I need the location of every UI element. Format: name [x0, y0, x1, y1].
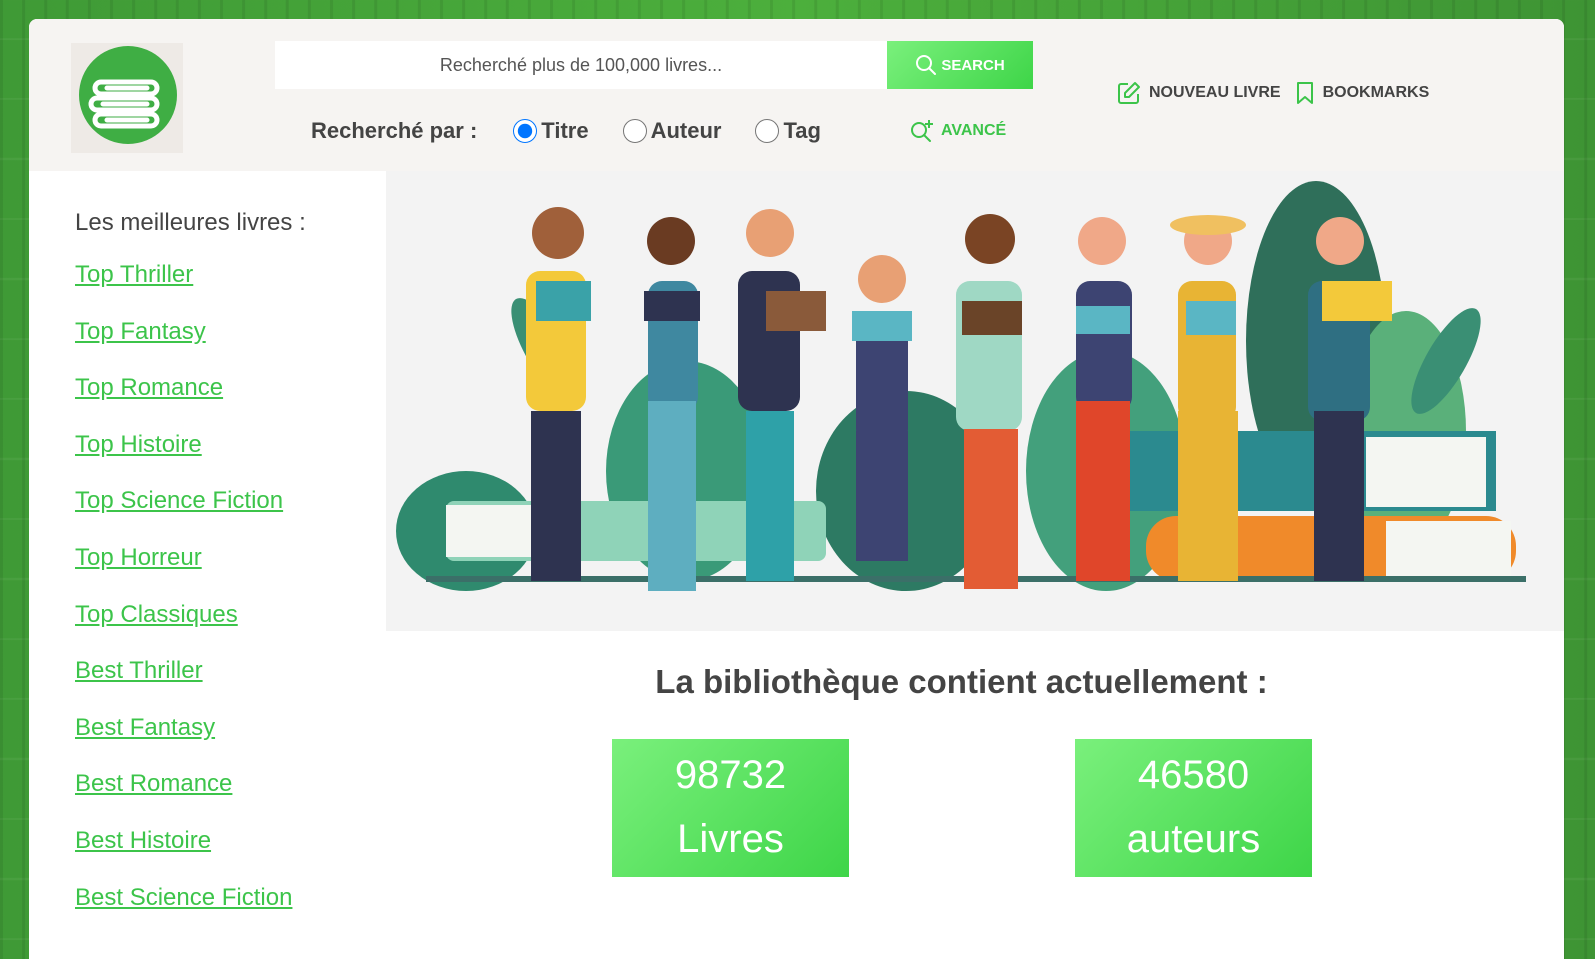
sidebar-item: Top Thriller: [75, 261, 292, 318]
edit-icon: [1118, 82, 1140, 104]
sidebar-item: Top Romance: [75, 374, 292, 431]
advanced-search-link[interactable]: AVANCÉ: [909, 118, 1006, 144]
stat-authors-label: auteurs: [1126, 817, 1261, 861]
sidebar-link[interactable]: Top Romance: [75, 374, 223, 401]
sidebar-item: Top Science Fiction: [75, 487, 292, 544]
search-input[interactable]: [275, 41, 887, 89]
advanced-label: AVANCÉ: [941, 122, 1007, 139]
sidebar-item: Top Horreur: [75, 544, 292, 601]
sidebar-link[interactable]: Best Thriller: [75, 657, 203, 684]
bookmark-icon: [1296, 82, 1313, 104]
radio-titre[interactable]: Titre: [513, 118, 589, 144]
sidebar-item: Best Fantasy: [75, 714, 292, 771]
search-by-label: Recherché par :: [311, 118, 478, 143]
books-stack-icon: [79, 46, 177, 144]
header: SEARCH Recherché par : Titre Auteur Tag: [29, 19, 1564, 171]
search-icon: [916, 55, 937, 75]
radio-tag-input[interactable]: [755, 119, 780, 143]
header-links: NOUVEAU LIVRE BOOKMARKS: [1117, 81, 1429, 105]
radio-auteur-label: Auteur: [650, 118, 722, 143]
sidebar-link[interactable]: Top Fantasy: [75, 318, 206, 345]
new-book-label: NOUVEAU LIVRE: [1149, 84, 1281, 101]
radio-titre-input[interactable]: [513, 119, 538, 143]
sidebar-item: Top Histoire: [75, 431, 292, 488]
sidebar-item: Best Histoire: [75, 827, 292, 884]
radio-tag[interactable]: Tag: [755, 118, 821, 144]
stat-books: 98732 Livres: [612, 739, 849, 877]
page: SEARCH Recherché par : Titre Auteur Tag: [29, 19, 1564, 959]
sidebar-link[interactable]: Top Horreur: [75, 544, 202, 571]
sidebar-link[interactable]: Top Science Fiction: [75, 487, 283, 514]
sidebar-link[interactable]: Best Science Fiction: [75, 884, 292, 911]
sidebar-link[interactable]: Top Histoire: [75, 431, 202, 458]
search-button-label: SEARCH: [941, 56, 1005, 74]
stat-authors-value: 46580: [1137, 753, 1250, 797]
sidebar-item: Top Classiques: [75, 601, 292, 658]
sidebar-item: Best Science Fiction: [75, 884, 292, 941]
bookmarks-label: BOOKMARKS: [1322, 84, 1430, 101]
radio-titre-label: Titre: [541, 118, 589, 143]
stat-books-label: Livres: [677, 817, 784, 861]
search-by-group: Recherché par : Titre Auteur Tag: [311, 117, 855, 145]
advanced-search-icon: [911, 120, 933, 142]
logo[interactable]: [71, 43, 183, 153]
sidebar-item: Best Romance: [75, 770, 292, 827]
stat-authors: 46580 auteurs: [1075, 739, 1312, 877]
sidebar-item: Best Thriller: [75, 657, 292, 714]
radio-auteur-input[interactable]: [622, 119, 647, 143]
bookmarks-link[interactable]: BOOKMARKS: [1295, 81, 1430, 105]
sidebar: Les meilleures livres : Top Thriller Top…: [29, 171, 386, 959]
sidebar-list: Top Thriller Top Fantasy Top Romance Top…: [75, 261, 292, 940]
new-book-link[interactable]: NOUVEAU LIVRE: [1117, 81, 1281, 105]
sidebar-link[interactable]: Top Classiques: [75, 601, 238, 628]
sidebar-link[interactable]: Best Fantasy: [75, 714, 215, 741]
radio-tag-label: Tag: [783, 118, 821, 143]
search-button[interactable]: SEARCH: [887, 41, 1033, 89]
hero-illustration: [386, 171, 1564, 631]
stats-title: La bibliothèque contient actuellement :: [655, 663, 1268, 700]
sidebar-link[interactable]: Best Romance: [75, 770, 232, 797]
radio-auteur[interactable]: Auteur: [622, 118, 722, 144]
sidebar-item: Top Fantasy: [75, 318, 292, 375]
sidebar-title: Les meilleures livres :: [75, 209, 306, 236]
stat-books-value: 98732: [674, 753, 787, 797]
sidebar-link[interactable]: Top Thriller: [75, 261, 193, 288]
sidebar-link[interactable]: Best Histoire: [75, 827, 211, 854]
